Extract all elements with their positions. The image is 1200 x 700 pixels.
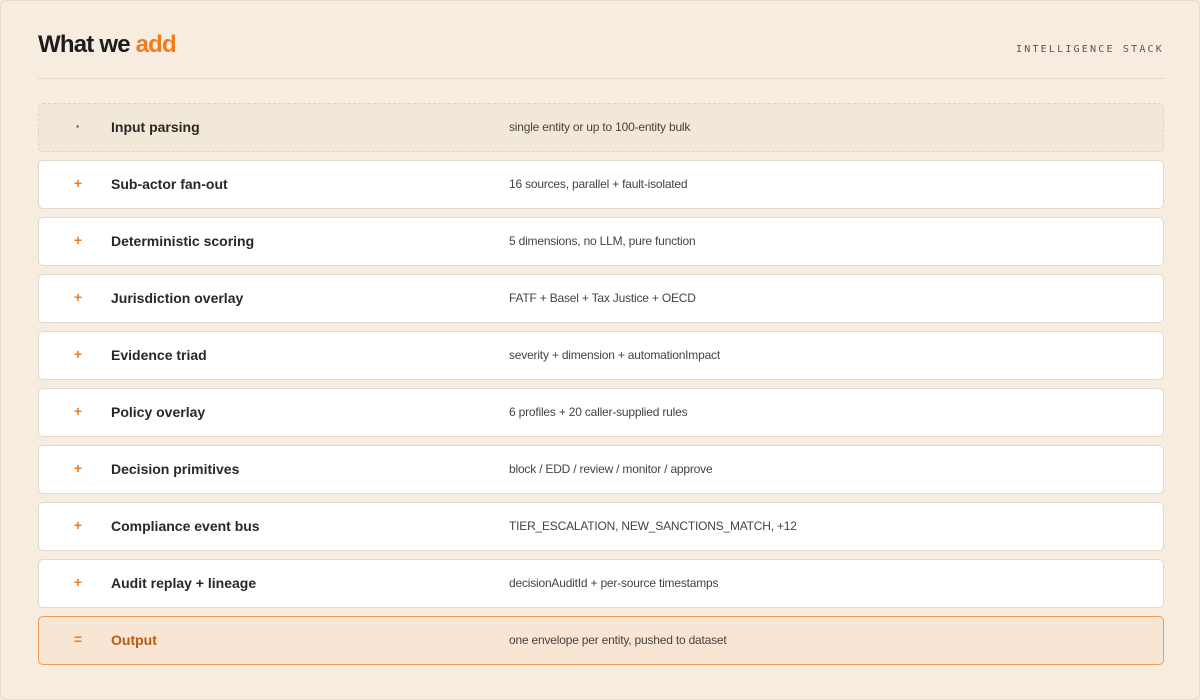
page-title: What we add (38, 31, 177, 59)
section-kicker: INTELLIGENCE STACK (1016, 44, 1164, 55)
stack-row-policy-overlay: + Policy overlay 6 profiles + 20 caller-… (38, 388, 1164, 437)
plus-icon: + (73, 289, 83, 305)
stack-row-description: TIER_ESCALATION, NEW_SANCTIONS_MATCH, +1… (509, 519, 797, 533)
stack-row-name: Output (111, 632, 157, 648)
bullet-icon: · (75, 118, 81, 134)
plus-icon: + (73, 346, 83, 362)
plus-icon: + (73, 517, 83, 533)
stack-row-name: Compliance event bus (111, 518, 260, 534)
title-main: What we (38, 31, 131, 58)
stack-row-name: Deterministic scoring (111, 233, 255, 249)
stack-row-name: Sub-actor fan-out (111, 176, 228, 192)
plus-icon: + (73, 403, 83, 419)
stack-row-description: 16 sources, parallel + fault-isolated (509, 177, 688, 191)
card-frame: What we add INTELLIGENCE STACK · Input p… (0, 0, 1200, 700)
plus-icon: + (73, 460, 83, 476)
stack-row-description: FATF + Basel + Tax Justice + OECD (509, 291, 696, 305)
stack-row-output: = Output one envelope per entity, pushed… (38, 616, 1164, 665)
stack-row-audit-replay: + Audit replay + lineage decisionAuditId… (38, 559, 1164, 608)
stack-row-sub-actor-fan-out: + Sub-actor fan-out 16 sources, parallel… (38, 160, 1164, 209)
title-accent: add (135, 31, 177, 58)
stack-row-description: severity + dimension + automationImpact (509, 348, 720, 362)
stack-row-name: Input parsing (111, 119, 200, 135)
stack-row-name: Jurisdiction overlay (111, 290, 244, 306)
stack-row-description: 6 profiles + 20 caller-supplied rules (509, 405, 688, 419)
stack-row-description: block / EDD / review / monitor / approve (509, 462, 713, 476)
stack-row-name: Policy overlay (111, 404, 206, 420)
stack-row-name: Evidence triad (111, 347, 207, 363)
stack-row-description: decisionAuditId + per-source timestamps (509, 576, 719, 590)
stack-row-description: one envelope per entity, pushed to datas… (509, 633, 727, 647)
plus-icon: + (73, 232, 83, 248)
stack-row-input-parsing: · Input parsing single entity or up to 1… (38, 103, 1164, 152)
plus-icon: + (73, 574, 83, 590)
plus-icon: + (73, 175, 83, 191)
stack-list: · Input parsing single entity or up to 1… (38, 103, 1164, 673)
stack-row-decision-primitives: + Decision primitives block / EDD / revi… (38, 445, 1164, 494)
stack-row-evidence-triad: + Evidence triad severity + dimension + … (38, 331, 1164, 380)
stack-row-deterministic-scoring: + Deterministic scoring 5 dimensions, no… (38, 217, 1164, 266)
stack-row-name: Audit replay + lineage (111, 575, 257, 591)
section-header: What we add INTELLIGENCE STACK (38, 31, 1164, 79)
stack-row-compliance-event-bus: + Compliance event bus TIER_ESCALATION, … (38, 502, 1164, 551)
stack-row-description: single entity or up to 100-entity bulk (509, 120, 691, 134)
stack-row-description: 5 dimensions, no LLM, pure function (509, 234, 696, 248)
stack-row-jurisdiction-overlay: + Jurisdiction overlay FATF + Basel + Ta… (38, 274, 1164, 323)
equals-icon: = (73, 631, 83, 647)
stack-row-name: Decision primitives (111, 461, 240, 477)
